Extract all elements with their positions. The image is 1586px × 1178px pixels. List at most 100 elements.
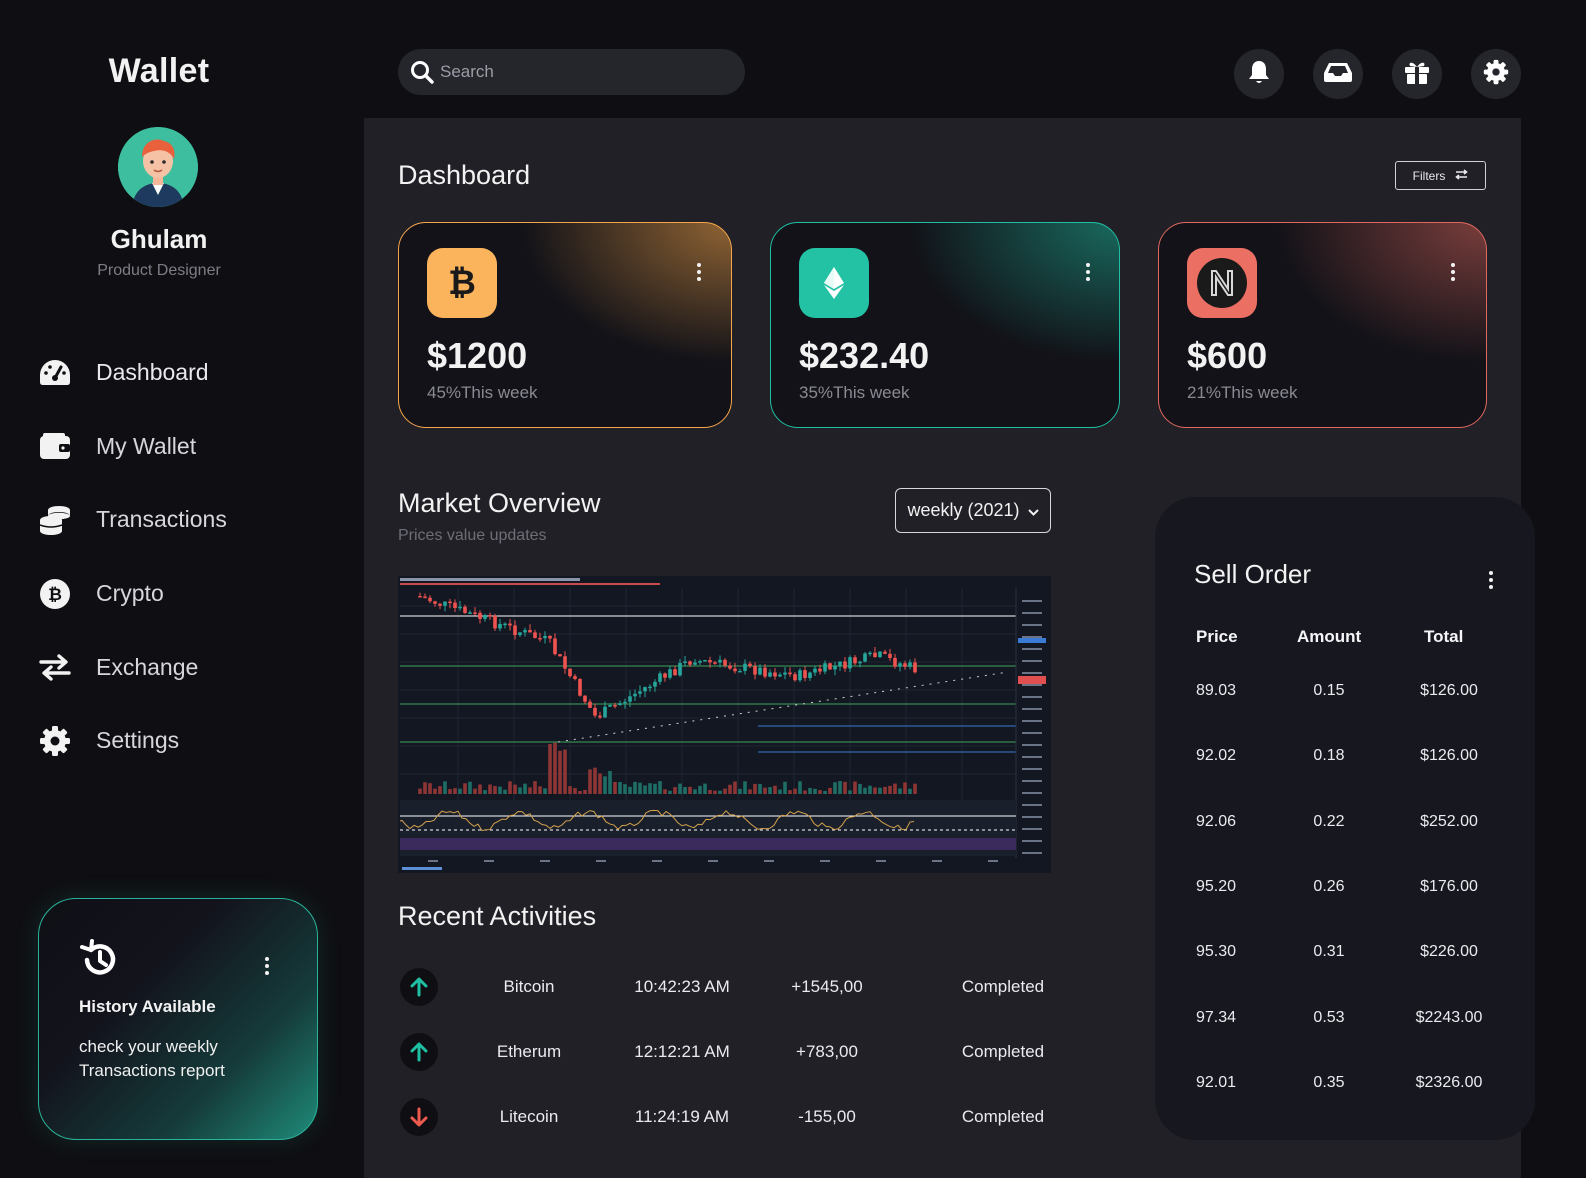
activity-status: Completed	[961, 1042, 1045, 1061]
history-icon	[79, 939, 121, 981]
activity-row[interactable]: Bitcoin 10:42:23 AM +1545,00 Completed	[398, 968, 1058, 1008]
ethereum-icon	[799, 248, 869, 318]
settings-button[interactable]	[1471, 49, 1521, 99]
svg-text:₿: ₿	[48, 585, 62, 605]
sidebar: Wallet Ghulam Product Designer Dashboard	[0, 0, 364, 1178]
sidebar-item-dashboard[interactable]: Dashboard	[38, 336, 227, 410]
activity-amount: -155,00	[798, 1107, 856, 1126]
sell-price: 92.01	[1196, 1073, 1237, 1091]
activity-row[interactable]: Litecoin 11:24:19 AM -155,00 Completed	[398, 1098, 1058, 1138]
filters-label: Filters	[1412, 168, 1446, 183]
card-change: 21%This week	[1187, 383, 1298, 402]
sidebar-item-exchange[interactable]: Exchange	[38, 630, 227, 704]
sell-total: $126.00	[1420, 682, 1478, 699]
coins-stack-icon	[38, 503, 72, 537]
activity-time: 11:24:19 AM	[634, 1107, 730, 1126]
swap-icon	[1455, 168, 1469, 183]
sidebar-item-label: Settings	[96, 727, 180, 754]
sell-total: $2243.00	[1415, 1008, 1483, 1026]
sell-price: 95.20	[1196, 877, 1237, 895]
sell-total: $2326.00	[1415, 1073, 1483, 1091]
page-title: Dashboard	[398, 160, 531, 190]
card-change: 45%This week	[427, 383, 538, 402]
sell-price: 92.02	[1196, 747, 1237, 765]
exchange-arrows-icon	[38, 650, 72, 684]
sell-amount: 0.26	[1313, 877, 1345, 895]
wallet-icon	[38, 429, 72, 463]
card-value: $232.40	[799, 335, 930, 376]
gear-icon	[1483, 59, 1509, 90]
sidebar-item-settings[interactable]: Settings	[38, 704, 227, 778]
sell-order-title: Sell Order	[1194, 559, 1312, 589]
sell-amount: 0.35	[1313, 1073, 1345, 1091]
card-more-icon[interactable]	[1086, 263, 1090, 281]
history-more-icon[interactable]	[265, 957, 269, 975]
sell-price: 95.30	[1196, 943, 1237, 961]
card-more-icon[interactable]	[1451, 263, 1455, 281]
activity-coin: Etherum	[496, 1042, 562, 1061]
bitcoin-card[interactable]: ₿ $1200 45%This week	[398, 222, 732, 428]
notifications-button[interactable]	[1234, 49, 1284, 99]
column-header-amount: Amount	[1297, 627, 1362, 646]
ethereum-card[interactable]: $232.40 35%This week	[770, 222, 1120, 428]
period-select[interactable]: weekly (2021)	[895, 488, 1051, 533]
sell-order-more-icon[interactable]	[1489, 571, 1493, 589]
activity-time: 12:12:21 AM	[634, 1042, 730, 1061]
history-description: check your weekly Transactions report	[79, 1037, 225, 1080]
search-icon	[410, 60, 434, 84]
search-bar[interactable]	[398, 49, 745, 95]
activity-status: Completed	[961, 1107, 1045, 1126]
sell-price: 89.03	[1196, 682, 1237, 699]
sidebar-item-crypto[interactable]: ₿ Crypto	[38, 557, 227, 631]
sidebar-item-my-wallet[interactable]: My Wallet	[38, 410, 227, 484]
speedometer-icon	[38, 356, 72, 390]
column-header-price: Price	[1196, 627, 1238, 646]
arrow-up-icon	[400, 968, 438, 1006]
sidebar-item-label: Dashboard	[96, 359, 209, 386]
user-name: Ghulam	[110, 224, 208, 254]
near-card[interactable]: $600 21%This week	[1158, 222, 1487, 428]
candlestick-chart	[398, 576, 1051, 873]
sidebar-item-label: Crypto	[96, 580, 164, 607]
sidebar-item-label: Exchange	[96, 653, 199, 680]
sell-amount: 0.53	[1313, 1008, 1345, 1026]
brand-title: Wallet	[108, 52, 210, 90]
bitcoin-icon: ₿	[38, 577, 72, 611]
gift-icon	[1404, 59, 1430, 90]
gear-icon	[38, 724, 72, 758]
sell-total: $176.00	[1420, 877, 1478, 895]
history-card[interactable]: History Available check your weekly Tran…	[38, 898, 318, 1140]
inbox-icon	[1323, 61, 1353, 88]
card-more-icon[interactable]	[697, 263, 701, 281]
bitcoin-icon: ₿	[427, 248, 497, 318]
activity-status: Completed	[961, 977, 1045, 996]
sell-total: $252.00	[1420, 812, 1478, 830]
activity-amount: +1545,00	[791, 977, 863, 996]
activity-amount: +783,00	[796, 1042, 858, 1061]
history-title: History Available	[79, 997, 216, 1016]
sidebar-nav: Dashboard My Wallet Transactions ₿ Crypt…	[38, 336, 227, 778]
sidebar-item-label: Transactions	[96, 506, 227, 533]
card-change: 35%This week	[799, 383, 910, 402]
sell-price: 92.06	[1196, 812, 1237, 830]
column-header-total: Total	[1424, 627, 1464, 646]
arrow-up-icon	[400, 1033, 438, 1071]
chevron-down-icon	[1027, 500, 1039, 521]
sell-amount: 0.15	[1313, 682, 1345, 699]
activity-coin: Bitcoin	[503, 977, 555, 996]
sidebar-item-transactions[interactable]: Transactions	[38, 483, 227, 557]
activity-coin: Litecoin	[499, 1107, 559, 1126]
recent-activities-title: Recent Activities	[398, 901, 597, 931]
avatar[interactable]	[118, 127, 198, 207]
sell-amount: 0.18	[1313, 747, 1345, 765]
search-input[interactable]	[440, 62, 720, 82]
gift-button[interactable]	[1392, 49, 1442, 99]
sell-amount: 0.31	[1313, 943, 1345, 961]
market-overview-title: Market Overview	[398, 488, 601, 518]
inbox-button[interactable]	[1313, 49, 1363, 99]
filters-button[interactable]: Filters	[1395, 161, 1486, 190]
market-chart-image[interactable]	[398, 576, 1051, 873]
sell-price: 97.34	[1196, 1008, 1237, 1026]
market-overview-subtitle: Prices value updates	[398, 527, 547, 544]
activity-row[interactable]: Etherum 12:12:21 AM +783,00 Completed	[398, 1033, 1058, 1073]
